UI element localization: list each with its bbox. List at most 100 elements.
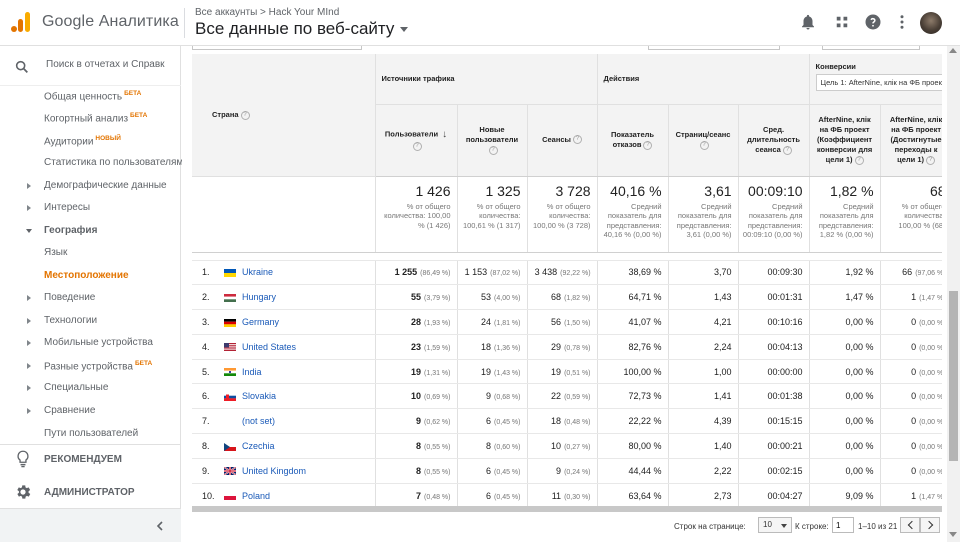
product-name[interactable]: Google Аналитика	[42, 13, 179, 31]
rows-per-page-select[interactable]: 10	[758, 517, 792, 533]
help-icon[interactable]: ?	[699, 140, 709, 150]
sidebar-item-behavior[interactable]: Поведение	[0, 288, 181, 308]
row-index: 4.	[202, 341, 210, 352]
beta-badge: БЕТА	[124, 90, 142, 97]
avatar[interactable]	[920, 12, 942, 34]
sidebar-item-location[interactable]: Местоположение	[0, 266, 181, 286]
cell-users: 55 (3,79 %)	[375, 284, 458, 311]
help-icon[interactable]: ?	[926, 155, 935, 165]
bell-icon[interactable]	[799, 13, 817, 31]
cell-country: 5. India	[192, 359, 376, 385]
goto-row-input[interactable]	[832, 517, 854, 533]
view-title: Все данные по веб-сайту	[195, 19, 395, 38]
cell-conv-rate: 0,00 %	[809, 334, 881, 360]
chevron-right-icon	[27, 408, 31, 414]
cell-new-users: 6 (0,45 %)	[457, 483, 528, 506]
sidebar-item-technology[interactable]: Технологии	[0, 311, 181, 331]
flag-us-icon	[224, 343, 236, 352]
sidebar-item-demographics[interactable]: Демографические данные	[0, 176, 181, 196]
sidebar-recommend[interactable]: РЕКОМЕНДУЕМ	[0, 444, 181, 472]
cell-new-users: 6 (0,45 %)	[457, 458, 528, 484]
search-icon	[15, 60, 28, 73]
country-link[interactable]: Czechia	[242, 441, 275, 451]
cell-pps: 1,40	[668, 433, 739, 459]
chevron-right-icon	[27, 385, 31, 391]
cell-goals: 0(0,00 %)	[880, 383, 942, 410]
col-goal-completions[interactable]: AfterNine, клік на ФБ проект (Достигнуты…	[880, 104, 942, 177]
sidebar-item-language[interactable]: Язык	[0, 243, 181, 263]
col-avg-duration[interactable]: Сред. длительность сеанса?	[738, 104, 810, 177]
cell-duration: 00:15:15	[738, 408, 810, 435]
help-icon[interactable]: ?	[782, 145, 792, 155]
apps-grid-icon[interactable]	[833, 13, 851, 31]
scroll-down-icon[interactable]	[949, 532, 957, 537]
analytics-logo-icon[interactable]	[11, 12, 31, 32]
country-link[interactable]: Ukraine	[242, 267, 273, 277]
help-icon[interactable]: ?	[643, 140, 653, 150]
table-row: 8. Czechia 8 (0,55 %) 8 (0,60 %) 10 (0,27 %) 80,…	[192, 433, 942, 459]
country-link[interactable]: Slovakia	[242, 391, 276, 401]
goal-select[interactable]: Цель 1: AfterNine, клік на ФБ проект	[815, 74, 942, 91]
col-sessions[interactable]: Сеансы?	[527, 104, 598, 177]
sidebar-item-users-flow[interactable]: Пути пользователей	[0, 424, 181, 444]
page-range: 1–10 из 21	[858, 522, 898, 531]
sidebar-item-lifetime-value[interactable]: Общая ценность БЕТА	[0, 86, 181, 106]
cell-new-users: 19 (1,43 %)	[457, 359, 528, 385]
country-link[interactable]: Poland	[242, 491, 270, 501]
country-link[interactable]: India	[242, 367, 262, 377]
prev-page-button[interactable]	[900, 517, 920, 533]
sidebar-item-custom[interactable]: Специальные	[0, 378, 181, 398]
dimension-header[interactable]: Страна?	[192, 54, 376, 177]
more-vert-icon[interactable]	[893, 13, 911, 31]
cell-conv-rate: 0,00 %	[809, 458, 881, 484]
search-input[interactable]	[46, 59, 176, 70]
sidebar-item-user-explorer[interactable]: Статистика по пользователям	[0, 153, 183, 173]
total-cell: 1,82 % Средний показатель для представлен…	[809, 176, 881, 253]
scroll-up-icon[interactable]	[949, 48, 957, 53]
sidebar-item-interests[interactable]: Интересы	[0, 198, 181, 218]
view-selector[interactable]: Все данные по веб-сайту	[195, 19, 409, 39]
country-link[interactable]: Hungary	[242, 292, 276, 302]
col-conversion-rate[interactable]: AfterNine, клік на ФБ проект (Коэффициен…	[809, 104, 881, 177]
top-header: Google Аналитика Все аккаунты > Hack You…	[0, 0, 960, 46]
sidebar-item-geo[interactable]: География	[0, 221, 181, 241]
col-pages-per-session[interactable]: Страниц/сеанс?	[668, 104, 739, 177]
help-icon[interactable]: ?	[854, 155, 864, 165]
vertical-scrollbar-thumb[interactable]	[949, 291, 958, 461]
flag-hu-icon	[224, 293, 236, 302]
country-link[interactable]: (not set)	[242, 416, 275, 426]
sidebar-item-audiences[interactable]: Аудитории НОВЫЙ	[0, 131, 181, 151]
country-link[interactable]: United Kingdom	[242, 466, 306, 476]
sidebar-admin[interactable]: АДМИНИСТРАТОР	[0, 478, 181, 506]
help-icon[interactable]: ?	[412, 142, 422, 152]
col-new-users[interactable]: Новые пользователи?	[457, 104, 528, 177]
help-icon[interactable]: ?	[488, 145, 498, 155]
cell-bounce: 72,73 %	[597, 383, 669, 410]
cell-bounce: 100,00 %	[597, 359, 669, 385]
col-users[interactable]: Пользователи ↓?	[375, 104, 458, 177]
cell-conv-rate: 1,92 %	[809, 260, 881, 286]
sidebar-item-cohort-analysis[interactable]: Когортный анализ БЕТА	[0, 108, 181, 128]
cell-new-users: 9 (0,68 %)	[457, 383, 528, 410]
breadcrumb[interactable]: Все аккаунты > Hack Your MInd	[195, 7, 339, 18]
help-icon[interactable]: ?	[572, 135, 582, 145]
table-row: 9. United Kingdom 8 (0,55 %) 6 (0,45 %) 9 (0,24…	[192, 458, 942, 484]
help-icon[interactable]: ?	[240, 110, 250, 120]
help-icon[interactable]	[864, 13, 882, 31]
cell-goals: 0(0,00 %)	[880, 334, 942, 360]
sidebar-item-cross-device[interactable]: Разные устройства БЕТА	[0, 356, 181, 376]
sidebar-item-mobile[interactable]: Мобильные устройства	[0, 333, 181, 353]
cell-duration: 00:01:38	[738, 383, 810, 410]
cell-pps: 2,22	[668, 458, 739, 484]
cell-goals: 0(0,00 %)	[880, 458, 942, 484]
total-cell: 68% от общего количества: 100,00 % (68)	[880, 176, 942, 253]
next-page-button[interactable]	[920, 517, 940, 533]
sidebar-collapse-bar[interactable]	[0, 508, 181, 542]
col-bounce-rate[interactable]: Показатель отказов?	[597, 104, 669, 177]
country-link[interactable]: Germany	[242, 317, 279, 327]
country-link[interactable]: United States	[242, 342, 296, 352]
beta-badge: БЕТА	[130, 112, 148, 119]
group-acquisition: Источники трафика	[375, 54, 598, 105]
cell-duration: 00:00:00	[738, 359, 810, 385]
sidebar-item-benchmarking[interactable]: Сравнение	[0, 401, 181, 421]
